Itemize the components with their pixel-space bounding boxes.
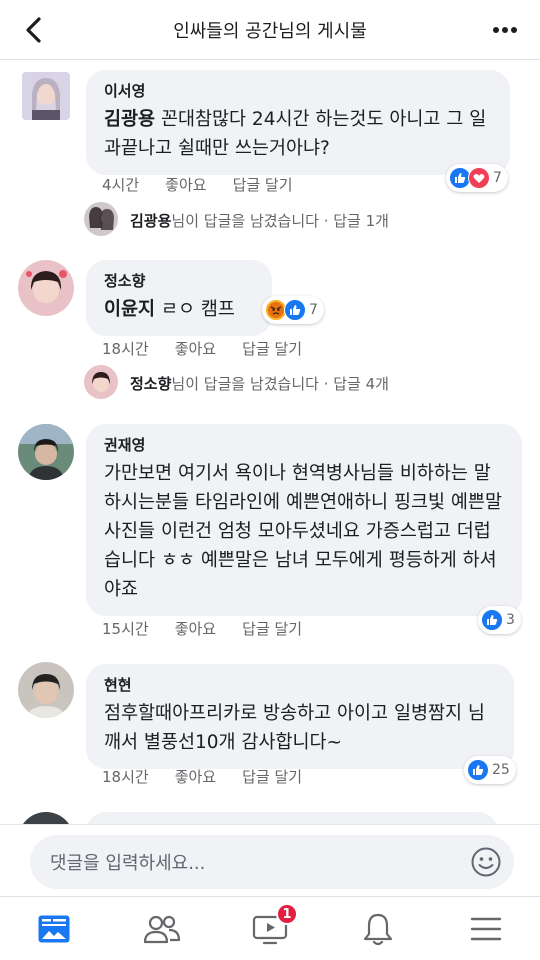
comment-author[interactable]: 정소향 — [104, 270, 254, 291]
bell-icon — [363, 913, 393, 946]
tab-watch[interactable]: 1 — [248, 903, 298, 949]
like-button[interactable]: 좋아요 — [175, 338, 216, 359]
comment-text: 이윤지 ㄹㅇ 캠프 — [104, 295, 254, 324]
top-bar: 인싸들의 공간님의 게시물 — [0, 0, 540, 60]
comment-author[interactable]: 현현 — [104, 674, 496, 695]
comment-actions: 18시간 좋아요 답글 달기 — [102, 766, 302, 787]
reaction-count: 7 — [309, 302, 318, 318]
reaction-count: 25 — [492, 762, 510, 778]
comment-body: ㄹㅇ 캠프 — [155, 299, 235, 320]
reply-author: 정소향 — [130, 375, 172, 393]
reaction-summary[interactable]: 7 — [446, 164, 508, 192]
avatar[interactable] — [18, 260, 74, 316]
reaction-count: 7 — [493, 170, 502, 186]
reply-button[interactable]: 답글 달기 — [242, 338, 302, 359]
comment-bubble: 권재영 가만보면 여기서 욕이나 현역병사님들 비하하는 말 하시는분들 타임라… — [86, 424, 522, 616]
reply-avatar — [84, 202, 118, 236]
comment-text: 김광용 꼰대참많다 24시간 하는것도 아니고 그 일과끝나고 쉴때만 쓰는거아… — [104, 105, 492, 163]
like-button[interactable]: 좋아요 — [175, 766, 216, 787]
reply-avatar — [84, 365, 118, 399]
more-options-button[interactable] — [490, 16, 520, 44]
comment-text: 가만보면 여기서 욕이나 현역병사님들 비하하는 말 하시는분들 타임라인에 예… — [104, 463, 502, 600]
more-dots-icon — [493, 27, 517, 33]
avatar[interactable] — [18, 812, 74, 824]
comment-bubble: 정소향 이윤지 ㄹㅇ 캠프 — [86, 260, 272, 336]
reply-summary-text: 님이 답글을 남겼습니다 · 답글 4개 — [171, 375, 389, 393]
comment-actions: 15시간 좋아요 답글 달기 — [102, 618, 302, 639]
comment-author[interactable]: 이서영 — [104, 80, 492, 101]
comment-actions: 4시간 좋아요 답글 달기 — [102, 174, 293, 195]
view-replies-link[interactable]: 정소향 님이 답글을 남겼습니다 · 답글 4개 — [130, 373, 389, 394]
like-icon — [481, 609, 503, 631]
mention-link[interactable]: 이윤지 — [104, 299, 155, 320]
reaction-summary[interactable]: 3 — [478, 606, 521, 634]
like-button[interactable]: 좋아요 — [175, 618, 216, 639]
reply-button[interactable]: 답글 달기 — [242, 766, 302, 787]
comment-bubble: 현현 점후할때아프리카로 방송하고 아이고 일병짬지 님깨서 별풍선10개 감사… — [86, 664, 514, 769]
comment-bubble: 이서영 김광용 꼰대참많다 24시간 하는것도 아니고 그 일과끝나고 쉴때만 … — [86, 70, 510, 175]
comment-list: 이서영 김광용 꼰대참많다 24시간 하는것도 아니고 그 일과끝나고 쉴때만 … — [0, 60, 540, 824]
tab-friends[interactable] — [140, 909, 184, 949]
view-replies-link[interactable]: 김광용 님이 답글을 남겼습니다 · 답글 1개 — [130, 210, 389, 231]
comment-time: 18시간 — [102, 768, 149, 786]
page-title: 인싸들의 공간님의 게시물 — [173, 21, 367, 42]
mention-link[interactable]: 김광용 — [104, 109, 155, 130]
heart-icon — [468, 167, 490, 189]
tab-notifications[interactable] — [356, 909, 400, 949]
notification-badge: 1 — [276, 903, 298, 925]
reply-button[interactable]: 답글 달기 — [233, 174, 293, 195]
bottom-tab-bar: 1 — [0, 896, 540, 960]
comment-time: 15시간 — [102, 620, 149, 638]
menu-icon — [470, 917, 502, 941]
news-feed-icon — [38, 915, 70, 943]
reaction-summary[interactable]: 7 — [262, 296, 324, 324]
avatar[interactable] — [22, 72, 70, 120]
like-icon — [284, 299, 306, 321]
like-button[interactable]: 좋아요 — [165, 174, 206, 195]
comment-input-placeholder: 댓글을 입력하세요... — [50, 853, 206, 874]
comment-text: 점후할때아프리카로 방송하고 아이고 일병짬지 님깨서 별풍선10개 감사합니다… — [104, 703, 485, 753]
smiley-icon — [471, 847, 501, 877]
avatar[interactable] — [18, 424, 74, 480]
emoji-button[interactable] — [470, 846, 502, 878]
reply-summary-text: 님이 답글을 남겼습니다 · 답글 1개 — [171, 212, 389, 230]
avatar[interactable] — [18, 662, 74, 718]
friends-icon — [143, 915, 181, 944]
reaction-summary[interactable]: 25 — [464, 756, 516, 784]
reply-author: 김광용 — [130, 212, 172, 230]
comment-actions: 18시간 좋아요 답글 달기 — [102, 338, 302, 359]
comment-time: 4시간 — [102, 176, 140, 194]
reply-button[interactable]: 답글 달기 — [242, 618, 302, 639]
comment-body: 꼰대참많다 24시간 하는것도 아니고 그 일과끝나고 쉴때만 쓰는거아냐? — [104, 109, 487, 159]
reaction-count: 3 — [506, 612, 515, 628]
comment-time: 18시간 — [102, 340, 149, 358]
comment-author[interactable]: 권재영 — [104, 434, 504, 455]
comment-input[interactable]: 댓글을 입력하세요... — [30, 835, 514, 889]
comment-bubble — [86, 812, 498, 824]
comment-composer: 댓글을 입력하세요... — [0, 824, 540, 896]
like-icon — [467, 759, 489, 781]
tab-menu[interactable] — [464, 909, 508, 949]
tab-news-feed[interactable] — [32, 909, 76, 949]
